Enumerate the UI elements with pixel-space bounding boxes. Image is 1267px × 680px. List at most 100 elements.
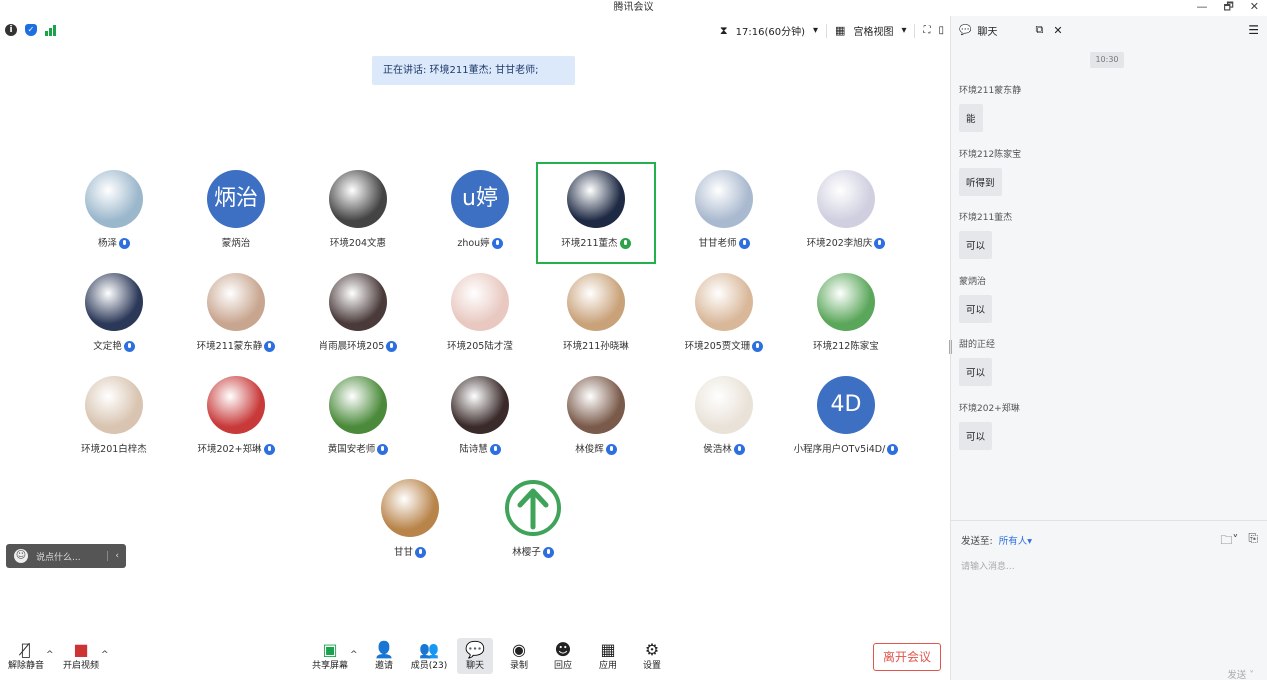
participant-name-text: 蒙炳治 [221,238,251,249]
participant-tile[interactable]: 林樱子 [473,471,593,573]
quick-chat-box[interactable]: ☺ 说点什么... ‹ [6,544,126,568]
participant-name: 甘甘老师 [664,235,784,249]
send-button[interactable]: 发送 ˅ [1227,667,1254,680]
close-icon[interactable]: ✕ [1053,24,1062,37]
signal-icon[interactable] [45,24,57,36]
participant-tile[interactable]: 甘甘 [350,471,470,573]
message-sender: 环境211董杰 [959,213,1013,223]
participant-tile[interactable]: 文定艳 [54,265,174,367]
grid-view-icon: ▦ [835,24,846,37]
participant-name-text: 林樱子 [512,547,541,558]
participant-name-text: 陆诗慧 [459,444,488,455]
participant-tile[interactable]: 环境204文惠 [298,162,418,264]
share-options-caret-icon[interactable]: ^ [350,650,358,660]
up-arrow-avatar-icon [504,479,562,537]
participant-tile[interactable]: 林俊辉 [536,368,656,470]
avatar [567,376,625,434]
chat-panel: 💬 聊天 ⧉ ✕ ☰ 10:30 环境211蒙东静能环境212陈家宝 听得到 环境2… [949,16,1267,680]
view-mode-selector[interactable]: 宫格视图 [853,23,893,38]
close-button[interactable]: ✕ [1250,0,1259,14]
record-button[interactable]: ◉ 录制 [505,640,533,672]
avatar [817,170,875,228]
avatar [329,376,387,434]
mic-muted-icon: 🎙̸ [21,640,31,659]
chevron-down-icon[interactable]: ▾ [813,25,818,36]
participant-tile[interactable]: 炳治 蒙炳治 [176,162,296,264]
participant-tile[interactable]: 环境202+郑琳 [176,368,296,470]
participant-tile[interactable]: 黄国安老师 [298,368,418,470]
chevron-down-icon[interactable]: ˅ [1249,670,1254,680]
participant-tile[interactable]: 侯浩林 [664,368,784,470]
settings-button[interactable]: ⚙ 设置 [638,640,666,672]
chat-button[interactable]: 💬 聊天 [457,638,493,674]
participant-tile[interactable]: 环境205陆才滢 [420,265,540,367]
participant-tile[interactable]: 环境211孙晓琳 [536,265,656,367]
chevron-down-icon[interactable]: ▾ [901,25,906,36]
participant-tile[interactable]: 甘甘老师 [664,162,784,264]
participant-tile[interactable]: 杨泽 [54,162,174,264]
participant-tile[interactable]: 环境211董杰 [536,162,656,264]
audio-options-caret-icon[interactable]: ^ [46,650,54,660]
participant-name-text: 杨泽 [97,238,117,249]
mic-icon [264,341,276,352]
record-icon: ◉ [512,640,526,659]
avatar [695,376,753,434]
message-input[interactable]: 请输入消息... [961,559,1015,572]
participant-tile[interactable]: 环境205贾文珊 [664,265,784,367]
participant-tile[interactable]: 环境211蒙东静 [176,265,296,367]
fullscreen-icon[interactable]: ⛶ [923,25,930,36]
participant-name-text: 黄国安老师 [327,444,376,455]
sidebar-toggle-icon[interactable]: ▯ [938,25,944,36]
leave-meeting-button[interactable]: 离开会议 [873,643,941,671]
react-button[interactable]: ☻ 回应 [548,640,578,672]
participant-name: 环境202+郑琳 [176,441,296,455]
avatar [817,273,875,331]
participant-name: 环境211孙晓琳 [536,338,656,352]
participant-tile[interactable]: 陆诗慧 [420,368,540,470]
participant-tile[interactable]: 环境202李旭庆 [786,162,906,264]
shield-icon[interactable]: ✓ [25,24,37,36]
screenshot-icon[interactable]: ⎘ [1248,531,1258,552]
participant-name-text: 环境205陆才滢 [447,341,513,352]
participant-tile[interactable]: 4D 小程序用户OTv5i4D/ [786,368,906,470]
participant-tile[interactable]: 肖雨晨环境205 [298,265,418,367]
avatar [207,273,265,331]
avatar [207,376,265,434]
popout-icon[interactable]: ⧉ [1035,23,1043,37]
share-screen-button[interactable]: ▣ 共享屏幕 [310,640,350,672]
participant-tile[interactable]: 环境201白梓杰 [54,368,174,470]
participant-name-text: 林俊辉 [575,444,604,455]
participant-tile[interactable]: 环境212陈家宝 [786,265,906,367]
meeting-timer[interactable]: 17:16(60分钟) [736,23,805,38]
members-button[interactable]: 👥 成员(23) [410,640,448,672]
info-icon[interactable]: i [5,24,17,36]
video-options-caret-icon[interactable]: ^ [101,650,109,660]
chat-message: 环境202+郑琳 可以 [959,401,1020,450]
emoji-icon[interactable]: ☺ [14,549,28,563]
participant-tile[interactable]: u婷 zhou婷 [420,162,540,264]
quick-chat-placeholder[interactable]: 说点什么... [36,550,81,563]
avatar: 炳治 [207,170,265,228]
unmute-button[interactable]: 🎙̸ 解除静音 [6,640,46,672]
speaking-banner: 正在讲话: 环境211董杰; 甘甘老师; [372,56,575,85]
invite-button[interactable]: 👤 邀请 [370,640,398,672]
participant-name: 环境204文惠 [298,235,418,249]
send-to-value[interactable]: 所有人▾ [999,536,1032,547]
minimize-button[interactable]: — [1196,0,1207,14]
folder-icon[interactable]: 🗀˅ [1220,531,1238,552]
collapse-chevron-icon[interactable]: ‹ [107,551,126,561]
mic-icon [542,547,554,558]
maximize-button[interactable]: 🗗 [1223,0,1233,14]
participant-name-text: 环境201白梓杰 [81,444,147,455]
message-bubble: 能 [959,104,983,132]
menu-icon[interactable]: ☰ [1248,23,1259,37]
panel-resize-handle[interactable] [949,340,952,354]
participant-name-text: 肖雨晨环境205 [318,341,385,352]
participant-name: 文定艳 [54,338,174,352]
start-video-button[interactable]: ■ 开启视频 [60,640,102,672]
apps-button[interactable]: ▦ 应用 [594,640,622,672]
participant-name: 蒙炳治 [176,235,296,249]
send-to-selector[interactable]: 发送至: 所有人▾ [961,533,1032,547]
mic-icon [619,238,631,249]
mic-icon [733,444,745,455]
